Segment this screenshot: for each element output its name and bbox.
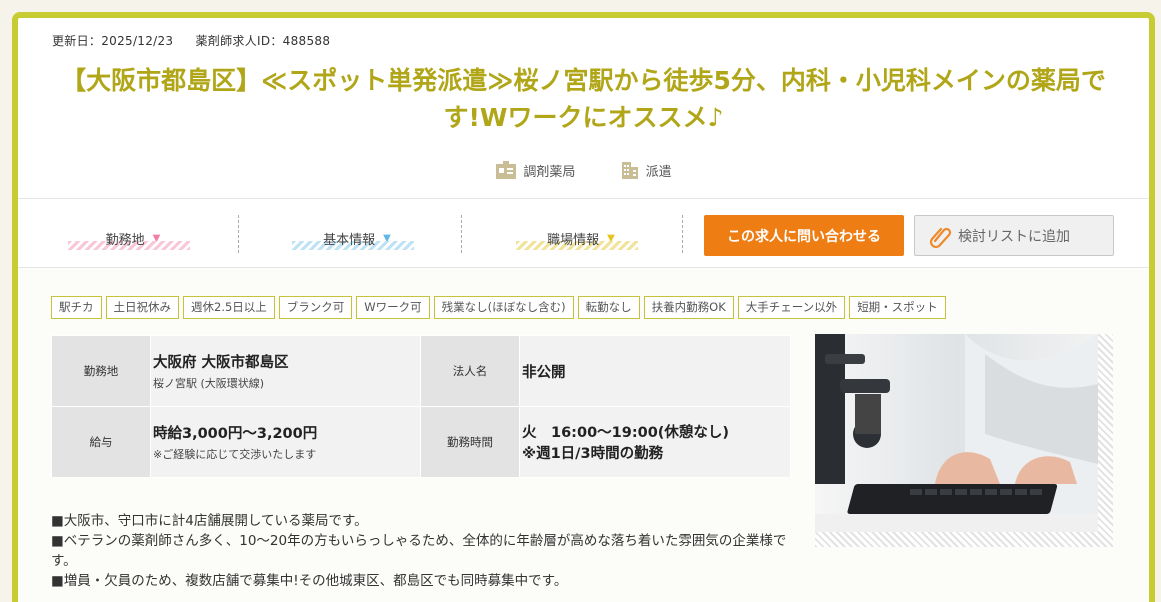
job-photo xyxy=(815,334,1098,532)
category-label: 派遣 xyxy=(645,164,672,180)
company-value: 非公開 xyxy=(522,364,566,381)
location-main: 大阪府 大阪市都島区 xyxy=(153,355,289,371)
feature-tag: 短期・スポット xyxy=(849,296,946,319)
hours-cell: 火 16:00～19:00(休憩なし) ※週1日/3時間の勤務 xyxy=(519,406,791,478)
feature-tag: Wワーク可 xyxy=(356,296,430,319)
building-icon xyxy=(621,162,638,179)
add-to-list-button[interactable]: 検討リストに追加 xyxy=(914,215,1114,256)
category-label: 調剤薬局 xyxy=(523,164,576,180)
tab-separator xyxy=(238,215,239,253)
feature-tag: 大手チェーン以外 xyxy=(737,296,846,319)
job-description: ■大阪市、守口市に計4店舗展開している薬局です。 ■ベテランの薬剤師さん多く、1… xyxy=(51,511,801,591)
feature-tag: 土日祝休み xyxy=(105,296,179,319)
salary-note: ※ご経験に応じて交渉いたします xyxy=(153,448,317,461)
table-row: 勤務地 大阪府 大阪市都島区 桜ノ宮駅 (大阪環状線) 法人名 非公開 xyxy=(51,335,791,407)
add-to-list-label: 検討リストに追加 xyxy=(958,228,1070,245)
lab-keyboard-image xyxy=(815,334,1098,532)
tab-basic-info[interactable]: 基本情報 ▼ xyxy=(280,219,430,257)
paperclip-icon xyxy=(929,227,952,249)
feature-tag: 週休2.5日以上 xyxy=(183,296,275,319)
hours-label: 勤務時間 xyxy=(420,406,520,478)
job-id: 薬剤師求人ID：488588 xyxy=(195,34,331,48)
tab-label: 職場情報 xyxy=(547,232,600,248)
feature-tag: 残業なし(ほぼなし含む) xyxy=(433,296,574,319)
location-label: 勤務地 xyxy=(51,335,151,407)
contact-button[interactable]: この求人に問い合わせる xyxy=(704,215,904,256)
company-label: 法人名 xyxy=(420,335,520,407)
job-categories: 調剤薬局 派遣 xyxy=(18,160,1149,184)
job-card: 更新日：2025/12/23 薬剤師求人ID：488588 【大阪市都島区】≪ス… xyxy=(12,12,1155,602)
category-dispatch: 派遣 xyxy=(620,160,672,180)
feature-tag: 扶養内勤務OK xyxy=(643,296,734,319)
tab-label: 基本情報 xyxy=(323,232,376,248)
tab-location[interactable]: 勤務地 ▼ xyxy=(56,219,206,257)
feature-tag: ブランク可 xyxy=(278,296,353,319)
salary-label: 給与 xyxy=(51,406,151,478)
section-tabs: 勤務地 ▼ 基本情報 ▼ 職場情報 ▼ この求人に問い合わせる 検討リストに追加 xyxy=(18,199,1149,267)
hours-note: ※週1日/3時間の勤務 xyxy=(522,446,664,462)
job-meta: 更新日：2025/12/23 薬剤師求人ID：488588 xyxy=(52,32,348,49)
tab-separator xyxy=(682,215,683,253)
location-cell: 大阪府 大阪市都島区 桜ノ宮駅 (大阪環状線) xyxy=(150,335,421,407)
pharmacy-icon xyxy=(496,161,517,179)
table-row: 給与 時給3,000円～3,200円 ※ご経験に応じて交渉いたします 勤務時間 … xyxy=(51,406,791,478)
location-station: 桜ノ宮駅 (大阪環状線) xyxy=(153,377,265,390)
description-line: ■増員・欠員のため、複数店舗で募集中!その他城東区、都島区でも同時募集中です。 xyxy=(51,573,568,589)
tab-label: 勤務地 xyxy=(105,232,145,248)
feature-tags: 駅チカ 土日祝休み 週休2.5日以上 ブランク可 Wワーク可 残業なし(ほぼなし… xyxy=(51,296,946,319)
description-line: ■大阪市、守口市に計4店舗展開している薬局です。 xyxy=(51,513,368,529)
description-line: ■ベテランの薬剤師さん多く、10～20年の方もいらっしゃるため、全体的に年齢層が… xyxy=(51,533,787,569)
job-info-table: 勤務地 大阪府 大阪市都島区 桜ノ宮駅 (大阪環状線) 法人名 非公開 給与 時… xyxy=(51,335,791,478)
category-pharmacy: 調剤薬局 xyxy=(495,160,575,180)
salary-main: 時給3,000円～3,200円 xyxy=(153,426,318,442)
updated-date: 更新日：2025/12/23 xyxy=(52,34,174,48)
company-cell: 非公開 xyxy=(519,335,791,407)
tab-separator xyxy=(461,215,462,253)
job-photo-frame xyxy=(815,334,1113,547)
feature-tag: 駅チカ xyxy=(51,296,102,319)
tab-workplace-info[interactable]: 職場情報 ▼ xyxy=(504,219,654,257)
page-title: 【大阪市都島区】≪スポット単発派遣≫桜ノ宮駅から徒歩5分、内科・小児科メインの薬… xyxy=(61,66,1106,132)
feature-tag: 転勤なし xyxy=(577,296,640,319)
hours-main: 火 16:00～19:00(休憩なし) xyxy=(522,425,730,441)
job-details: 駅チカ 土日祝休み 週休2.5日以上 ブランク可 Wワーク可 残業なし(ほぼなし… xyxy=(18,268,1149,602)
salary-cell: 時給3,000円～3,200円 ※ご経験に応じて交渉いたします xyxy=(150,406,421,478)
